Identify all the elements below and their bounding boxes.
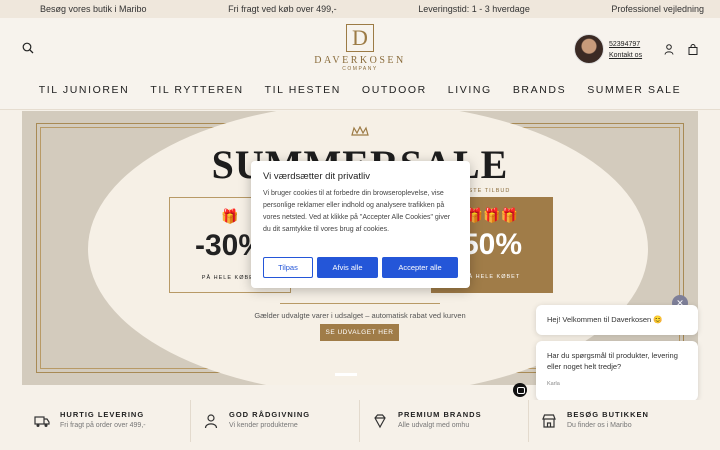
feature-title: GOD RÅDGIVNING xyxy=(229,410,311,419)
announcement-shipping: Fri fragt ved køb over 499,- xyxy=(228,4,337,14)
contact-us-link[interactable]: Kontakt os xyxy=(609,50,642,61)
feature-title: HURTIG LEVERING xyxy=(60,410,145,419)
cookie-body: Vi bruger cookies til at forbedre din br… xyxy=(263,190,451,233)
customize-cookies-button[interactable]: Tilpas xyxy=(263,257,313,278)
contact-block: 52394797 Kontakt os xyxy=(609,39,642,61)
feature-title: BESØG BUTIKKEN xyxy=(567,410,649,419)
feature-advice: GOD RÅDGIVNING Vi kender produkterne xyxy=(191,400,360,442)
feature-subtitle: Fri fragt på order over 499,- xyxy=(60,422,146,429)
nav-item-outdoor[interactable]: OUTDOOR xyxy=(351,84,437,96)
cookie-title: Vi værdsætter dit privatliv xyxy=(263,171,370,182)
contact-phone-link[interactable]: 52394797 xyxy=(609,39,642,50)
store-icon xyxy=(542,414,556,428)
announcement-store: Besøg vores butik i Maribo xyxy=(40,4,147,14)
chat-question-text: Har du spørgsmål til produkter, levering… xyxy=(547,351,678,371)
feature-store: BESØG BUTIKKEN Du finder os i Maribo xyxy=(529,400,698,442)
chat-author: Karla xyxy=(547,381,560,387)
truck-icon xyxy=(34,416,50,427)
person-icon xyxy=(204,414,218,429)
nav-item-rider[interactable]: TIL RYTTEREN xyxy=(140,84,254,96)
site-header: D DAVERKOSEN COMPANY 52394797 Kontakt os… xyxy=(0,18,720,110)
nav-item-horse[interactable]: TIL HESTEN xyxy=(254,84,351,96)
main-navigation: TIL JUNIOREN TIL RYTTEREN TIL HESTEN OUT… xyxy=(0,84,720,96)
announcement-delivery: Leveringstid: 1 - 3 hverdage xyxy=(418,4,530,14)
chat-launcher-icon[interactable] xyxy=(513,383,527,397)
avatar xyxy=(574,34,604,64)
nav-item-summer-sale[interactable]: SUMMER SALE xyxy=(577,84,692,96)
feature-delivery: HURTIG LEVERING Fri fragt på order over … xyxy=(22,400,191,442)
diamond-icon xyxy=(374,414,386,429)
nav-item-junior[interactable]: TIL JUNIOREN xyxy=(28,84,140,96)
chat-message[interactable]: Har du spørgsmål til produkter, levering… xyxy=(536,341,698,401)
nav-item-brands[interactable]: BRANDS xyxy=(502,84,576,96)
features-bar: HURTIG LEVERING Fri fragt på order over … xyxy=(0,400,720,450)
cookie-consent-dialog: Vi værdsætter dit privatliv Vi bruger co… xyxy=(251,161,470,288)
nav-item-living[interactable]: LIVING xyxy=(437,84,502,96)
chat-greeting-text: Hej! Velkommen til Daverkosen 😊 xyxy=(547,315,663,324)
feature-subtitle: Du finder os i Maribo xyxy=(567,422,632,429)
slider-indicator[interactable] xyxy=(335,373,357,376)
hero-divider xyxy=(280,303,440,304)
logo-mark: D xyxy=(346,24,374,52)
announcement-guidance: Professionel vejledning xyxy=(611,4,704,14)
feature-title: PREMIUM BRANDS xyxy=(398,410,482,419)
search-icon[interactable] xyxy=(22,42,34,54)
feature-brands: PREMIUM BRANDS Alle udvalgt med omhu xyxy=(360,400,529,442)
feature-subtitle: Alle udvalgt med omhu xyxy=(398,422,470,429)
announcement-bar: Besøg vores butik i Maribo Fri fragt ved… xyxy=(0,0,720,18)
user-icon[interactable] xyxy=(664,44,674,55)
logo[interactable]: D DAVERKOSEN COMPANY xyxy=(312,24,408,76)
cart-icon[interactable] xyxy=(688,44,698,55)
accept-all-button[interactable]: Accepter alle xyxy=(382,257,458,278)
crown-icon xyxy=(351,126,369,136)
cookie-buttons: Tilpas Afvis alle Accepter alle xyxy=(263,257,458,278)
logo-sub: COMPANY xyxy=(342,66,378,72)
chat-greeting[interactable]: Hej! Velkommen til Daverkosen 😊 xyxy=(536,305,698,335)
feature-subtitle: Vi kender produkterne xyxy=(229,422,298,429)
deny-all-button[interactable]: Afvis alle xyxy=(317,257,378,278)
see-selection-button[interactable]: SE UDVALGET HER xyxy=(320,324,399,341)
logo-name: DAVERKOSEN xyxy=(314,55,406,66)
